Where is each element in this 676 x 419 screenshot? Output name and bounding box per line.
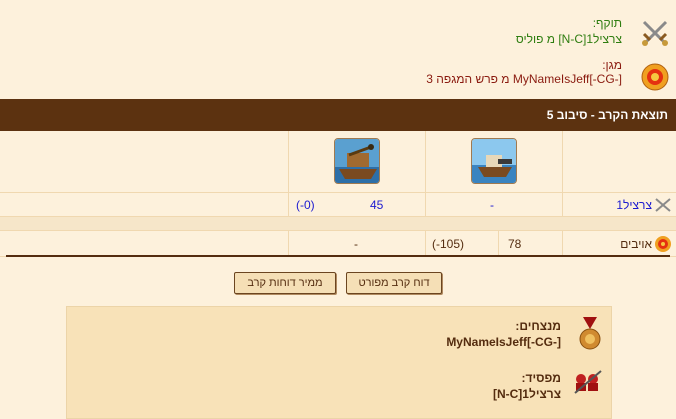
enemy-row-label: אויבים: [620, 237, 652, 251]
loser-label: מפסיד:: [521, 371, 561, 385]
spacer-row: [0, 217, 676, 231]
fallen-soldiers-icon: [573, 369, 603, 395]
battle-reports-converter-button[interactable]: ממיר דוחות קרב: [234, 272, 336, 294]
attacker-section: תוקף: צרציל1[N-C] מ פוליס: [0, 8, 676, 52]
round-title: תוצאת הקרב - סיבוב 5: [0, 99, 676, 131]
winners-label: מנצחים:: [515, 319, 561, 333]
shield-target-icon: [640, 62, 670, 92]
enemy-cannon-count: 78: [508, 237, 522, 251]
enemy-catapult-count: -: [354, 237, 358, 251]
cannon-ship-icon: [471, 138, 517, 184]
shield-target-icon: [654, 235, 672, 253]
my-catapult-count: 45: [370, 198, 384, 212]
crossed-swords-icon: [654, 197, 672, 213]
defender-label: מגן:: [602, 58, 622, 72]
catapult-ship-icon: [334, 138, 380, 184]
medal-icon: [577, 317, 603, 351]
loser-value: צרציל1[N-C]: [492, 387, 561, 401]
divider: [6, 255, 670, 257]
crossed-swords-icon: [640, 18, 670, 48]
battle-summary: מנצחים: MyNameIsJeff[-CG-] מפסיד: צרציל1…: [66, 306, 612, 419]
detailed-report-button[interactable]: דוח קרב מפורט: [346, 272, 442, 294]
my-cannon-count: -: [490, 198, 494, 212]
winners-value: MyNameIsJeff[-CG-]: [446, 335, 561, 349]
enemy-units-row: - (-105) 78 אויבים: [0, 231, 676, 257]
my-row-label[interactable]: צרציל1: [616, 193, 652, 217]
units-row: [0, 131, 676, 193]
attacker-value[interactable]: צרציל1[N-C] מ פוליס: [516, 32, 622, 46]
defender-value[interactable]: MyNameIsJeff[-CG-] מ פרש המגפה 3: [426, 72, 622, 86]
defender-section: מגן: MyNameIsJeff[-CG-] מ פרש המגפה 3: [0, 52, 676, 96]
my-catapult-loss: (-0): [296, 198, 315, 212]
my-units-row: (-0) 45 - צרציל1: [0, 193, 676, 217]
enemy-cannon-loss: (-105): [432, 237, 465, 251]
attacker-label: תוקף:: [592, 16, 622, 30]
